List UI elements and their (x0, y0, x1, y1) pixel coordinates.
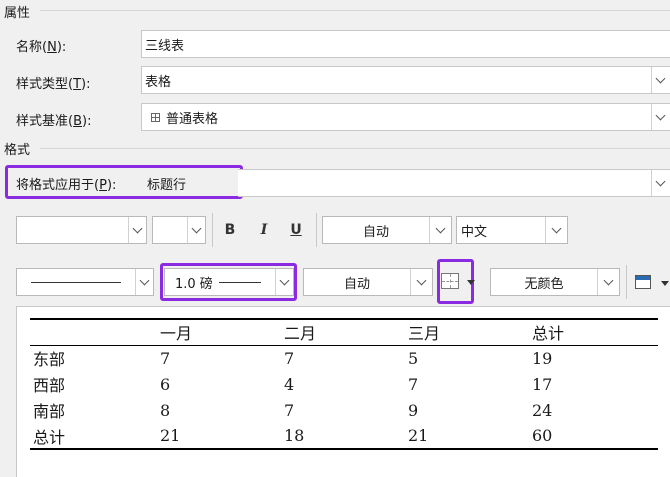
table-row: 西部 6 4 7 17 (30, 371, 658, 397)
table-cell: 8 (160, 400, 171, 420)
table-cell: 7 (284, 348, 295, 368)
table-row: 总计 21 18 21 60 (30, 423, 658, 450)
table-cell: 二月 (281, 318, 405, 346)
shading-icon (635, 275, 651, 289)
borders-dropdown-icon[interactable] (467, 280, 475, 285)
chevron-down-icon (603, 275, 614, 285)
font-size-dropdown-button[interactable] (187, 217, 205, 243)
font-color-dropdown-button[interactable] (429, 217, 451, 243)
chevron-down-icon (416, 275, 427, 285)
table-header-row: 一月 二月 三月 总计 (30, 318, 658, 346)
line-style-dropdown-button[interactable] (135, 269, 153, 295)
line-style-select[interactable] (16, 268, 154, 296)
table-style-preview: 一月 二月 三月 总计 东部 7 7 5 19 西部 6 4 7 17 南部 8 7 9 24 总计 21 18 21 60 (16, 306, 670, 477)
table-cell: 21 (157, 423, 281, 450)
table-cell: 7 (160, 348, 171, 368)
border-color-select[interactable]: 自动 (303, 268, 433, 296)
underline-button[interactable]: U (282, 216, 310, 244)
chevron-down-icon (655, 176, 666, 186)
name-label: 名称(N): (16, 40, 67, 55)
style-type-dropdown-button[interactable] (651, 67, 669, 93)
apply-to-dropdown-area[interactable] (238, 169, 670, 197)
borders-icon (441, 273, 459, 289)
chevron-down-icon (132, 223, 143, 233)
chevron-down-icon (551, 223, 562, 233)
table-cell: 21 (405, 423, 529, 450)
borders-button[interactable] (441, 273, 459, 289)
table-icon (151, 112, 160, 122)
preview-table: 一月 二月 三月 总计 东部 7 7 5 19 西部 6 4 7 17 南部 8 7 9 24 总计 21 18 21 60 (30, 318, 658, 450)
table-cell: 4 (284, 374, 295, 394)
style-type-label: 样式类型(T): (16, 77, 91, 92)
font-color-select[interactable]: 自动 (322, 216, 452, 244)
name-value: 三线表 (145, 38, 185, 54)
style-based-on-label: 样式基准(B): (16, 114, 92, 129)
line-weight-select[interactable]: 1.0 磅 (164, 268, 294, 296)
table-cell: 18 (281, 423, 405, 450)
format-section-title: 格式 (4, 143, 31, 158)
bold-button[interactable]: B (216, 216, 244, 244)
shading-button[interactable] (635, 275, 651, 289)
table-cell: 5 (408, 348, 419, 368)
table-cell: 东部 (33, 350, 66, 370)
shading-dropdown-icon[interactable] (661, 281, 669, 286)
table-cell: 7 (408, 374, 419, 394)
table-cell (30, 318, 157, 346)
chevron-down-icon (655, 73, 666, 83)
table-row: 南部 8 7 9 24 (30, 397, 658, 423)
table-cell: 17 (532, 374, 553, 394)
properties-separator (40, 10, 670, 11)
style-type-select[interactable]: 表格 (141, 66, 670, 94)
table-cell: 总计 (30, 423, 157, 450)
shading-color-dropdown-button[interactable] (597, 269, 619, 295)
table-cell: 24 (532, 400, 553, 420)
table-cell: 19 (532, 348, 553, 368)
table-cell: 一月 (157, 318, 281, 346)
style-type-value: 表格 (145, 74, 172, 90)
table-cell: 南部 (33, 402, 66, 421)
chevron-down-icon (655, 110, 666, 120)
line-weight-dropdown-button[interactable] (275, 269, 293, 295)
style-based-on-select[interactable]: 普通表格 (141, 103, 670, 131)
table-cell: 7 (284, 400, 295, 420)
name-input[interactable]: 三线表 (141, 30, 670, 58)
style-based-on-value: 普通表格 (166, 111, 219, 127)
shading-color-select[interactable]: 无颜色 (490, 268, 620, 296)
table-cell: 西部 (33, 376, 66, 395)
chevron-down-icon (279, 275, 290, 285)
font-name-dropdown-button[interactable] (128, 217, 146, 243)
chevron-down-icon (139, 275, 150, 285)
chevron-down-icon (435, 223, 446, 233)
format-separator (40, 148, 670, 149)
script-select[interactable]: 中文 (456, 216, 568, 244)
apply-to-label: 将格式应用于(P): (16, 178, 117, 193)
table-cell: 总计 (529, 318, 658, 346)
line-weight-value: 1.0 磅 (175, 276, 213, 292)
font-name-select[interactable] (16, 216, 147, 244)
italic-button[interactable]: I (250, 216, 278, 244)
table-row: 东部 7 7 5 19 (30, 345, 658, 371)
apply-to-dropdown-button[interactable] (651, 170, 669, 196)
table-cell: 60 (529, 423, 658, 450)
script-dropdown-button[interactable] (545, 217, 567, 243)
chevron-down-icon (191, 223, 202, 233)
border-color-dropdown-button[interactable] (410, 269, 432, 295)
style-based-on-dropdown-button[interactable] (651, 104, 669, 130)
properties-section-title: 属性 (4, 6, 31, 21)
table-cell: 三月 (405, 318, 529, 346)
table-cell: 6 (160, 374, 171, 394)
table-cell: 9 (408, 400, 419, 420)
line-style-icon (31, 281, 121, 283)
font-size-select[interactable] (152, 216, 206, 244)
